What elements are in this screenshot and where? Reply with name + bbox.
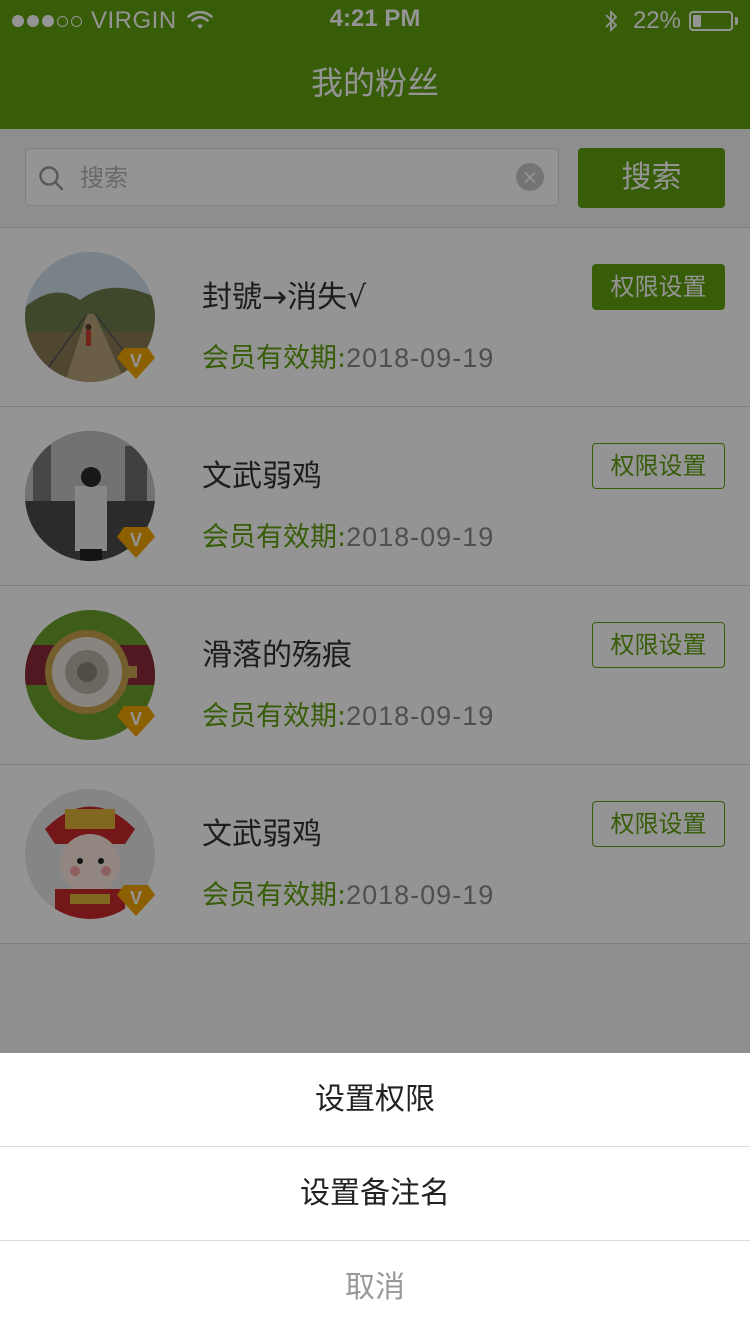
cancel-button[interactable]: 取消	[0, 1241, 750, 1334]
app: VIRGIN 4:21 PM 22% 我的粉丝 搜索 × 搜索 V 封號→消失√…	[0, 0, 750, 1334]
action-sheet: 设置权限 设置备注名 取消	[0, 1053, 750, 1334]
set-remark-name-option[interactable]: 设置备注名	[0, 1147, 750, 1241]
set-permission-option[interactable]: 设置权限	[0, 1053, 750, 1147]
